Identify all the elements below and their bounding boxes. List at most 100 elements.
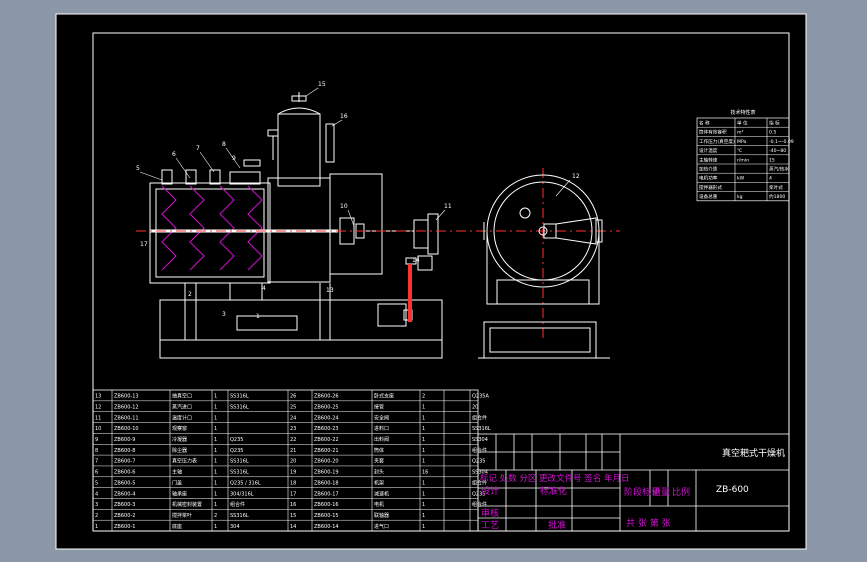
bom-cell: ZB600-16 [314, 502, 339, 508]
bom-cell: 1 [422, 524, 425, 530]
bom-cell: 9 [95, 437, 98, 443]
bom-cell: 轴承座 [172, 490, 187, 497]
tech-table-cell: 搅拌器形式 [699, 184, 722, 191]
bom-cell: 3 [95, 502, 98, 508]
bom-cell: 机架 [374, 479, 384, 486]
bom-cell: 1 [214, 459, 217, 465]
callout-number: 1 [256, 313, 260, 320]
bom-cell: 1 [95, 524, 98, 530]
standardized-label: 标准化 [540, 485, 567, 497]
bom-cell: 23 [290, 426, 296, 432]
callout-number: 12 [572, 173, 580, 180]
tech-table-cell: 工作压力(真空度) [699, 138, 735, 145]
bom-cell: 搅拌桨叶 [172, 512, 192, 519]
bom-cell: 24 [290, 415, 296, 421]
callout-number: 16 [340, 113, 348, 120]
tech-table-cell: 名 称 [699, 120, 710, 127]
callout-number: 17 [140, 241, 148, 248]
callout-number: 13 [326, 287, 334, 294]
bom-cell: 1 [214, 404, 217, 410]
bom-cell: 底座 [172, 523, 182, 530]
bom-cell: 观察窗 [172, 425, 187, 432]
bom-cell: 7 [95, 459, 98, 465]
bom-cell: 14 [290, 524, 296, 530]
tech-table-cell: ℃ [737, 148, 742, 154]
bom-cell: 1 [422, 502, 425, 508]
bom-cell: 联轴器 [374, 512, 389, 519]
drawing-number: ZB-600 [716, 485, 749, 495]
bom-cell: ZB600-18 [314, 480, 339, 486]
bom-cell: ZB600-3 [114, 502, 135, 508]
bom-cell: 2 [422, 394, 425, 400]
bom-cell: 5 [95, 480, 98, 486]
bom-cell: ZB600-12 [114, 404, 139, 410]
callout-number: 7 [196, 145, 200, 152]
bom-cell: 26 [290, 394, 296, 400]
bom-cell: 2 [214, 513, 217, 519]
bom-cell: 减速机 [374, 490, 389, 497]
callout-number: 9 [232, 155, 236, 162]
bom-cell: 组合件 [230, 501, 245, 508]
bom-cell: 1 [422, 491, 425, 497]
revision-header: 标记 处数 分区 更改文件号 签名 年月日 [480, 473, 630, 484]
bom-cell: 4 [95, 491, 98, 497]
product-name: 真空耙式干燥机 [722, 447, 785, 459]
callout-number: 3 [222, 311, 226, 318]
bom-cell: 13 [95, 394, 101, 400]
tech-table-cell: 加热介质 [699, 166, 718, 173]
bom-cell: SS316L [230, 459, 249, 465]
bom-cell: 25 [290, 404, 296, 410]
bom-cell: ZB600-7 [114, 459, 135, 465]
bom-cell: ZB600-24 [314, 415, 339, 421]
bom-cell: 进料口 [374, 425, 389, 432]
bom-cell: 8 [95, 448, 98, 454]
bom-cell: 卧式支座 [374, 393, 394, 400]
bom-cell: Q235 [230, 437, 243, 443]
bom-cell: 1 [214, 426, 217, 432]
bom-cell: 1 [422, 513, 425, 519]
bom-cell: SS316L [230, 404, 249, 410]
bom-cell: 1 [214, 502, 217, 508]
tech-table-cell: 蒸汽/热水 [769, 166, 789, 173]
bom-cell: 22 [290, 437, 296, 443]
bom-cell: ZB600-19 [314, 470, 339, 476]
bom-cell: 304/316L [230, 491, 254, 497]
drawing-canvas: 技术特性表名 称 单 位 指 标筒体有效容积 m³ 0.5 工作压力(真空度) MPa -0.… [55, 13, 807, 550]
bom-cell: 1 [214, 524, 217, 530]
bom-cell: ZB600-8 [114, 448, 135, 454]
bom-cell: 19 [290, 470, 296, 476]
bom-cell: 温度计口 [172, 414, 192, 421]
tech-table-cell: 4 [769, 176, 772, 182]
weight-label: 重量 [652, 486, 670, 498]
bom-cell: ZB600-15 [314, 513, 339, 519]
bom-cell: 12 [95, 404, 101, 410]
bom-cell: ZB600-10 [114, 426, 139, 432]
bom-cell: 封头 [374, 469, 384, 476]
tech-table-cell: m³ [737, 130, 743, 136]
bom-cell: ZB600-1 [114, 524, 135, 530]
tech-table-cell: 约1800 [769, 193, 785, 200]
bom-cell: 21 [290, 448, 296, 454]
bom-cell: Q235 [472, 459, 485, 465]
approved-label: 批准 [548, 519, 566, 531]
tech-table-cell: kg [737, 194, 743, 200]
bom-cell: SS316L [230, 470, 249, 476]
bom-cell: ZB600-5 [114, 480, 135, 486]
tech-table-cell: 桨叶式 [769, 184, 783, 191]
tech-table-cell: 设计温度 [699, 147, 718, 154]
callout-number: 10 [340, 203, 348, 210]
bom-cell: ZB600-9 [114, 437, 135, 443]
bom-cell: ZB600-26 [314, 394, 339, 400]
scale-label: 比例 [672, 486, 690, 498]
bom-cell: SS316L [230, 513, 249, 519]
tech-table-cell: 主轴转速 [699, 156, 718, 163]
bom-cell: ZB600-4 [114, 491, 135, 497]
bom-cell: 抽真空口 [172, 393, 192, 400]
bom-cell: 10 [95, 426, 101, 432]
bom-cell: 1 [214, 448, 217, 454]
bom-cell: 1 [422, 480, 425, 486]
bom-cell: ZB600-14 [314, 524, 339, 530]
bom-cell: 11 [95, 415, 101, 421]
callout-number: 14 [412, 257, 420, 264]
tech-table-title: 技术特性表 [730, 109, 755, 116]
